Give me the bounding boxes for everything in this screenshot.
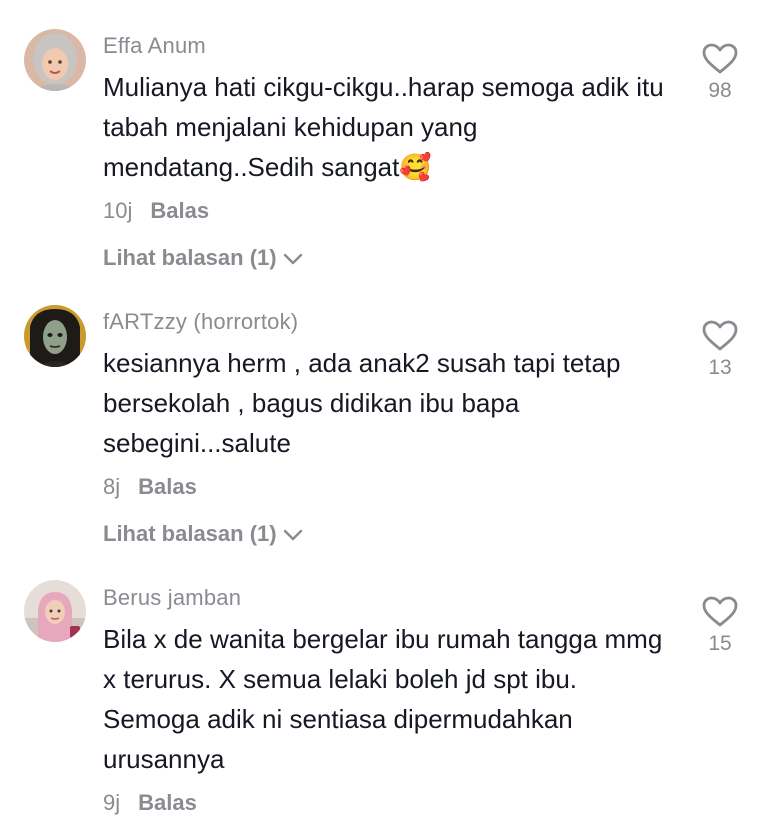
like-count: 13 (708, 356, 732, 379)
reply-button[interactable]: Balas (138, 474, 197, 499)
comment-meta: 10j Balas (103, 198, 209, 224)
heart-outline-icon (695, 43, 745, 75)
like-count: 15 (708, 632, 732, 655)
username[interactable]: Effa Anum (103, 33, 206, 59)
username[interactable]: Berus jamban (103, 585, 241, 611)
comment-meta: 9j Balas (103, 790, 197, 816)
reply-button[interactable]: Balas (150, 198, 209, 223)
smiling-face-with-hearts-emoji: 🥰 (399, 152, 432, 182)
comment-meta: 8j Balas (103, 474, 197, 500)
avatar[interactable] (24, 29, 86, 91)
like-count: 98 (708, 79, 732, 102)
view-replies-button[interactable]: Lihat balasan (1) (103, 245, 303, 272)
view-replies-button[interactable]: Lihat balasan (1) (103, 521, 303, 548)
avatar[interactable] (24, 580, 86, 642)
like-button[interactable]: 13 (695, 320, 745, 380)
comment-text: kesiannya herm , ada anak2 susah tapi te… (103, 348, 621, 458)
heart-outline-icon (695, 320, 745, 352)
reply-button[interactable]: Balas (138, 790, 197, 815)
view-replies-label: Lihat balasan (1) (103, 245, 277, 270)
timestamp: 9j (103, 790, 121, 815)
chevron-down-icon (283, 522, 303, 548)
like-button[interactable]: 15 (695, 596, 745, 656)
comment-text: Mulianya hati cikgu-cikgu..harap semoga … (103, 67, 673, 187)
like-button[interactable]: 98 (695, 43, 745, 103)
chevron-down-icon (283, 246, 303, 272)
heart-outline-icon (695, 596, 745, 628)
username[interactable]: fARTzzy (horrortok) (103, 309, 298, 335)
comment-body: Mulianya hati cikgu-cikgu..harap semoga … (103, 72, 664, 182)
view-replies-label: Lihat balasan (1) (103, 521, 277, 546)
timestamp: 10j (103, 198, 133, 223)
comment-text: Bila x de wanita bergelar ibu rumah tang… (103, 624, 663, 774)
avatar[interactable] (24, 305, 86, 367)
timestamp: 8j (103, 474, 121, 499)
